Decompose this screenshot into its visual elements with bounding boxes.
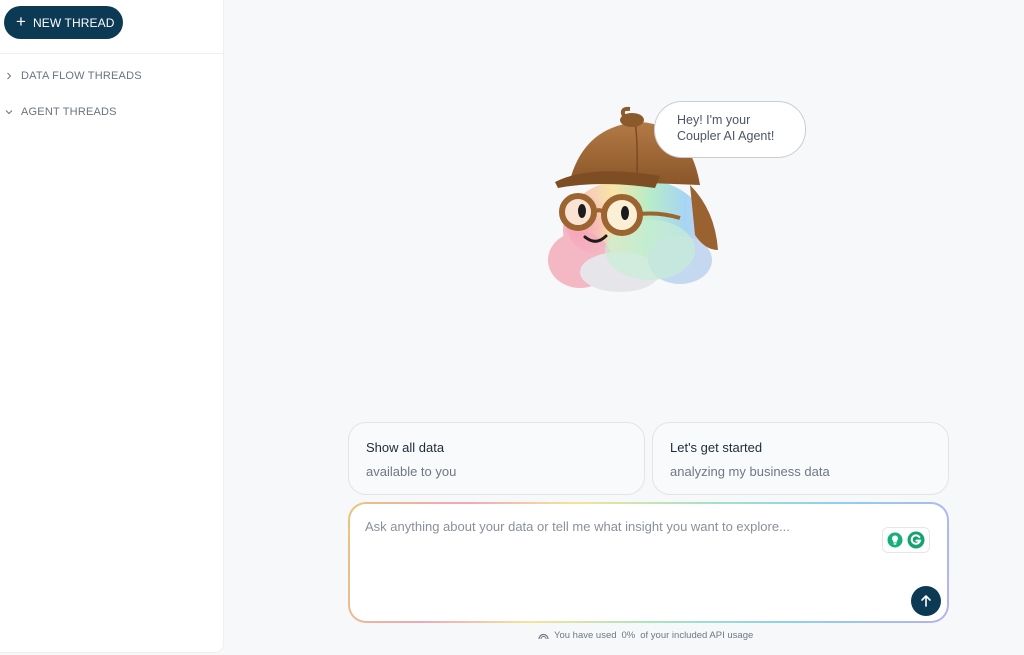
composer-inner <box>350 504 947 621</box>
speech-bubble: Hey! I'm your Coupler AI Agent! <box>654 101 806 158</box>
arrow-up-icon <box>921 595 931 607</box>
sidebar-item-label: DATA FLOW THREADS <box>21 70 142 82</box>
chevron-right-icon <box>7 72 12 80</box>
bubble-line-1: Hey! I'm your <box>677 113 751 127</box>
app-root: + NEW THREAD DATA FLOW THREADS AGENT THR… <box>0 0 1024 655</box>
gauge-icon <box>538 633 549 640</box>
composer <box>348 502 949 623</box>
grammarly-icon[interactable] <box>907 531 925 549</box>
api-usage-notice: You have used 0% of your included API us… <box>538 630 753 641</box>
chevron-down-icon <box>5 110 13 115</box>
usage-prefix: You have used <box>554 630 617 641</box>
suggestion-card-get-started[interactable]: Let's get started analyzing my business … <box>652 422 949 495</box>
suggestion-title: Show all data <box>366 440 445 455</box>
suggestion-card-show-all-data[interactable]: Show all data available to you <box>348 422 645 495</box>
lightbulb-icon[interactable] <box>887 532 903 548</box>
usage-suffix: of your included API usage <box>640 630 754 641</box>
prompt-input[interactable] <box>365 519 875 559</box>
new-thread-button[interactable]: + NEW THREAD <box>4 6 123 39</box>
bubble-line-2: Coupler AI Agent! <box>677 129 775 143</box>
send-button[interactable] <box>911 586 941 616</box>
sidebar: + NEW THREAD DATA FLOW THREADS AGENT THR… <box>0 0 223 652</box>
sidebar-divider <box>0 53 223 54</box>
suggestion-title: Let's get started <box>670 440 763 455</box>
plus-icon: + <box>16 12 27 31</box>
suggestion-subtitle: available to you <box>366 464 457 479</box>
extension-icons[interactable] <box>882 527 930 553</box>
suggestion-subtitle: analyzing my business data <box>670 464 830 479</box>
usage-percent: 0% <box>621 630 636 641</box>
sidebar-item-agent-threads[interactable]: AGENT THREADS <box>5 103 117 121</box>
sidebar-item-label: AGENT THREADS <box>21 106 117 118</box>
sidebar-item-data-flow-threads[interactable]: DATA FLOW THREADS <box>5 67 142 85</box>
new-thread-label: NEW THREAD <box>33 15 115 30</box>
